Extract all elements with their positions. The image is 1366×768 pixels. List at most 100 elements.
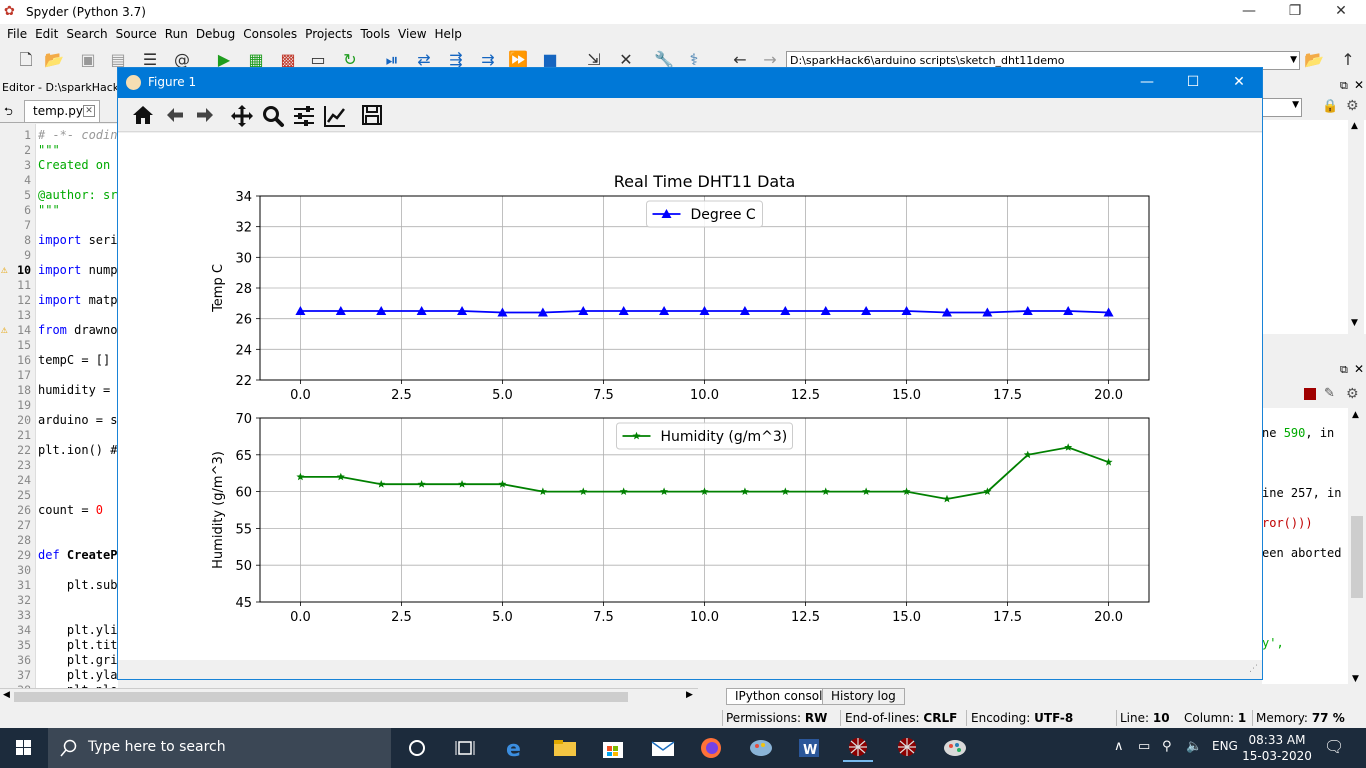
notifications-icon[interactable]: 🗨 (1324, 737, 1344, 756)
y-tick-label: 26 (235, 313, 252, 328)
gear-icon[interactable]: ⚙ (1346, 98, 1359, 114)
language-indicator[interactable]: ENG (1212, 739, 1238, 753)
scroll-up-icon[interactable]: ▲ (1352, 410, 1359, 420)
scrollbar-thumb[interactable] (14, 692, 628, 702)
menu-projects[interactable]: Projects (301, 27, 356, 41)
menu-source[interactable]: Source (112, 27, 161, 41)
editor-horizontal-scrollbar[interactable]: ◀ ▶ (0, 688, 698, 704)
line-number: 11 (17, 278, 31, 292)
figure-canvas[interactable]: 0.0 2.5 5.0 7.5 10.0 12.5 15.0 17.5 20.0 22 24 26 28… (118, 133, 1262, 660)
start-button[interactable] (0, 728, 48, 768)
resize-grip-icon[interactable]: ⋰ (1249, 664, 1258, 674)
ipython-console-output[interactable]: ne 590, in ine 257, in ror())) een abort… (1262, 408, 1352, 684)
scroll-down-icon[interactable]: ▼ (1352, 674, 1359, 684)
firefox-icon[interactable] (696, 734, 726, 762)
parent-dir-icon[interactable]: ↑ (1338, 51, 1358, 69)
word-icon[interactable]: W (794, 734, 824, 762)
pan-icon[interactable] (230, 104, 254, 128)
configure-subplots-icon[interactable] (292, 104, 316, 128)
scroll-left-icon[interactable]: ◀ (3, 690, 10, 700)
stop-kernel-icon[interactable] (1304, 388, 1316, 400)
battery-icon[interactable]: ▭ (1138, 739, 1150, 754)
home-icon[interactable] (131, 104, 155, 128)
menu-search[interactable]: Search (62, 27, 111, 41)
volume-icon[interactable]: 🔈 (1186, 739, 1202, 754)
line-number: 21 (17, 428, 31, 442)
menu-file[interactable]: File (3, 27, 31, 41)
file-explorer-icon[interactable] (550, 734, 580, 762)
menu-edit[interactable]: Edit (31, 27, 62, 41)
code-line: arduino = serial.Serial('COM3', 9600) (38, 413, 118, 427)
eraser-icon[interactable]: ✎ (1324, 386, 1335, 401)
save-icon[interactable]: ▣ (78, 51, 98, 69)
code-line: """ (38, 143, 60, 157)
figure-minimize-button[interactable]: — (1124, 68, 1170, 98)
browse-folder-icon[interactable]: 📂 (1304, 51, 1324, 69)
menu-view[interactable]: View (394, 27, 430, 41)
chevron-up-icon[interactable]: ∧ (1114, 739, 1124, 754)
scroll-down-icon[interactable]: ▼ (1351, 318, 1358, 328)
store-icon[interactable] (598, 734, 628, 762)
undock-icon[interactable]: ⧉ (1340, 79, 1348, 93)
console-scrollbar[interactable]: ▲ ▼ (1348, 408, 1366, 688)
back-icon[interactable] (163, 104, 187, 128)
spyder2-taskbar-icon[interactable] (892, 734, 922, 762)
tab-history-log[interactable]: History log (822, 688, 905, 705)
paint-icon[interactable] (940, 734, 970, 762)
close-pane-icon[interactable]: ✕ (1354, 362, 1364, 376)
lock-icon[interactable]: 🔒 (1322, 99, 1338, 114)
line-number: 2 (24, 143, 31, 157)
edit-axes-icon[interactable] (323, 104, 347, 128)
y-tick-label: 24 (235, 343, 252, 358)
spyder-icon: ✿ (4, 4, 15, 19)
open-file-icon[interactable]: 📂 (44, 51, 64, 69)
help-scrollbar[interactable]: ▲ ▼ (1348, 120, 1364, 334)
scroll-right-icon[interactable]: ▶ (686, 690, 693, 700)
menu-debug[interactable]: Debug (192, 27, 239, 41)
data-point (781, 487, 790, 495)
zoom-icon[interactable] (261, 104, 285, 128)
menu-run[interactable]: Run (161, 27, 192, 41)
line-number: 16 (17, 353, 31, 367)
menu-tools[interactable]: Tools (356, 27, 394, 41)
new-file-icon[interactable]: 🗋 (16, 51, 36, 69)
line-number: 19 (17, 398, 31, 412)
network-icon[interactable]: ⚲ (1162, 739, 1172, 754)
figure-maximize-button[interactable]: ☐ (1170, 68, 1216, 98)
scrollbar-thumb[interactable] (1351, 516, 1363, 598)
forward-icon[interactable] (193, 104, 217, 128)
menu-help[interactable]: Help (431, 27, 466, 41)
chevron-down-icon[interactable]: ▼ (1290, 52, 1297, 69)
code-editor[interactable]: 1 2 3 4 5 6 7 8 9 10 ⚠ 11 12 13 14 ⚠ 15 16 17 18 19 20 21 22 23 2… (0, 124, 118, 688)
spyder-taskbar-icon[interactable] (843, 734, 873, 762)
task-view-icon[interactable] (450, 734, 480, 762)
warning-icon[interactable]: ⚠ (1, 263, 8, 276)
close-pane-icon[interactable]: ✕ (1354, 78, 1364, 92)
save-figure-icon[interactable] (360, 104, 384, 128)
browse-tabs-icon[interactable]: ⮌ (4, 103, 13, 122)
edge-icon[interactable]: e (500, 734, 530, 762)
restore-button[interactable]: ❐ (1272, 0, 1318, 24)
chevron-down-icon[interactable]: ▼ (1292, 100, 1299, 110)
minimize-button[interactable]: — (1226, 0, 1272, 24)
cortana-icon[interactable] (402, 734, 432, 762)
line-number: 20 (17, 413, 31, 427)
clock[interactable]: 08:33 AM 15-03-2020 (1242, 732, 1312, 764)
close-tab-icon[interactable]: ✕ (83, 105, 95, 117)
undock-icon[interactable]: ⧉ (1340, 363, 1348, 377)
gear-icon[interactable]: ⚙ (1346, 386, 1359, 402)
menu-consoles[interactable]: Consoles (239, 27, 301, 41)
tab-temp-py[interactable]: temp.py ✕ (24, 100, 100, 122)
source-select[interactable]: ▼ (1262, 98, 1302, 117)
warning-icon[interactable]: ⚠ (1, 323, 8, 336)
line-number: 15 (17, 338, 31, 352)
figure-close-button[interactable]: ✕ (1216, 68, 1262, 98)
paint3d-icon[interactable] (746, 734, 776, 762)
x-tick-label: 15.0 (892, 610, 921, 625)
taskbar-search[interactable]: Type here to search (48, 728, 391, 768)
scroll-up-icon[interactable]: ▲ (1351, 121, 1358, 131)
close-button[interactable]: ✕ (1318, 0, 1364, 24)
x-tick-label: 2.5 (391, 388, 412, 403)
mail-icon[interactable] (648, 734, 678, 762)
line-number: 9 (24, 248, 31, 262)
